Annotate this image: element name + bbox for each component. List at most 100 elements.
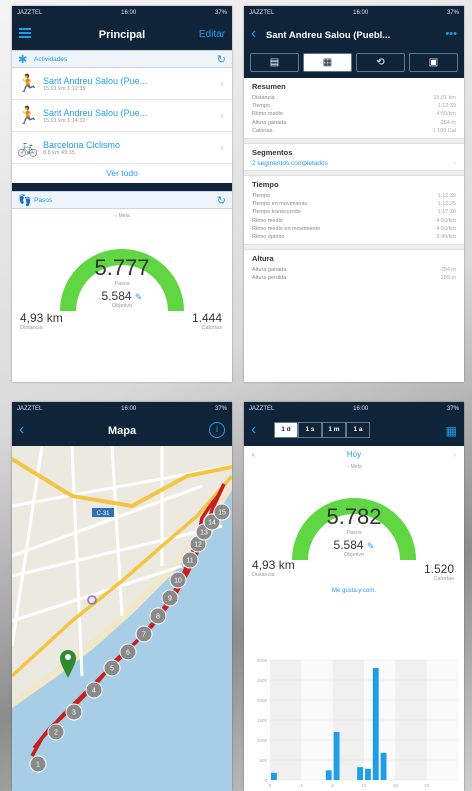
stat-row: Ritmo óptimo 3:40/km: [252, 233, 456, 241]
calendar-icon[interactable]: ▦: [446, 424, 457, 438]
tab-laps-icon[interactable]: ⟲: [356, 53, 405, 72]
stat-key: Calorías: [252, 127, 273, 134]
distance-stat: 4,93 km Distancia: [20, 311, 63, 331]
route-map[interactable]: C-31 123456789101112131415: [12, 446, 232, 791]
km-marker[interactable]: 8: [149, 607, 167, 625]
calories-stat: 1.444 Calorías: [192, 311, 222, 331]
step-bar: [380, 752, 387, 780]
map-screen: JAZZTEL 16:00 37% ‹ Mapa i C-31 12345678…: [12, 402, 232, 791]
km-marker[interactable]: 10: [169, 571, 187, 589]
road-badge-label: C-31: [96, 511, 110, 517]
period-tab[interactable]: 1 m: [322, 422, 346, 438]
tab-photo-icon[interactable]: ▣: [409, 53, 458, 72]
calories-label: Calorías: [201, 325, 222, 331]
km-marker-label: 11: [186, 558, 193, 565]
bike-icon: 🚲: [17, 137, 39, 157]
more-button[interactable]: •••: [445, 28, 457, 40]
km-marker[interactable]: 7: [135, 625, 153, 643]
steps-widget[interactable]: ○ Meta 5.782 Pasos 5.584 ✎ Objetivo 4,93…: [244, 462, 464, 667]
x-tick-label: 0: [269, 783, 272, 788]
see-all-button[interactable]: Ver todo: [12, 164, 232, 183]
stat-key: Altura ganada: [252, 267, 287, 274]
goal-value[interactable]: 5.584 ✎: [12, 289, 232, 303]
distance-label: Distancia: [20, 325, 43, 331]
clock: 16:00: [121, 406, 137, 412]
prev-day-icon[interactable]: ‹: [252, 450, 255, 459]
divider: [12, 183, 232, 191]
activity-row[interactable]: 🏃 Sant Andreu Salou (Pue... 15,01 km 1:14:…: [12, 100, 232, 132]
back-chevron-icon[interactable]: ‹: [19, 421, 24, 439]
period-tab[interactable]: 1 s: [298, 422, 322, 438]
segments-link[interactable]: 2 segmentos completados ›: [252, 160, 456, 167]
carrier: JAZZTEL: [249, 10, 275, 16]
period-tab[interactable]: 1 a: [346, 422, 370, 438]
chevron-right-icon: ›: [220, 141, 224, 154]
nav-bar: ‹ Sant Andreu Salou (Puebl... •••: [244, 20, 464, 50]
activity-text: Barcelona Ciclismo 8,8 km 49:35: [43, 140, 220, 156]
activities-header-label: Actividades: [34, 55, 68, 63]
activity-icon: ✱: [18, 53, 28, 66]
sync-icon[interactable]: ↻: [217, 194, 226, 207]
calories-value: 1.520: [423, 562, 454, 576]
status-bar: JAZZTEL 16:00 37%: [12, 6, 232, 20]
nav-bar: Principal Editar: [12, 20, 232, 50]
period-selector: 1 d1 s1 m1 a: [274, 422, 370, 438]
activity-row[interactable]: 🚲 Barcelona Ciclismo 8,8 km 49:35 ›: [12, 132, 232, 164]
km-marker[interactable]: 4: [85, 681, 103, 699]
km-marker[interactable]: 2: [47, 723, 65, 741]
page-title: Sant Andreu Salou (Puebl...: [266, 29, 391, 41]
step-bar: [364, 768, 371, 780]
sync-icon[interactable]: ↻: [217, 53, 226, 66]
stat-row: Ritmo medio 4:50/km: [252, 217, 456, 225]
distance-stat: 4,93 km Distancia: [252, 558, 295, 578]
nav-bar: ‹ 1 d1 s1 m1 a ▦: [244, 416, 464, 446]
y-tick-label: 2000: [257, 698, 268, 703]
steps-widget[interactable]: ○ Meta 5.777 Pasos 5.584 ✎ Objetivo 4,93…: [12, 209, 232, 364]
steps-header[interactable]: 👣 Pasos ↻: [12, 191, 232, 209]
activity-title: Barcelona Ciclismo: [43, 139, 121, 150]
menu-icon[interactable]: [19, 26, 31, 40]
activities-header[interactable]: ✱ Actividades ↻: [12, 50, 232, 68]
x-tick-label: 16: [393, 783, 399, 788]
like-comment-link[interactable]: Me gusta y com.: [244, 588, 464, 594]
activity-meta: 8,8 km 49:35: [43, 149, 75, 156]
x-tick-label: 12: [361, 783, 367, 788]
time-section: Tiempo Tiempo 1:12:39 Tiempo en movimiento…: [244, 176, 464, 244]
stat-row: Ritmo medio 4:50/km: [252, 110, 456, 118]
tab-chart-icon[interactable]: ▤: [250, 53, 299, 72]
km-marker[interactable]: 15: [213, 503, 231, 521]
back-chevron-icon[interactable]: ‹: [251, 25, 256, 43]
steps-label: Pasos: [346, 530, 362, 536]
stat-value: 1.109 Cal: [432, 127, 456, 134]
page-title: Principal: [98, 29, 146, 41]
info-icon[interactable]: i: [209, 422, 225, 438]
activity-row[interactable]: 🏃 Sant Andreu Salou (Pue... 15,01 km 1:12:…: [12, 68, 232, 100]
goal-value[interactable]: 5.584 ✎: [244, 538, 464, 552]
km-marker[interactable]: 11: [181, 551, 199, 569]
step-bar: [325, 770, 332, 780]
stat-value: 3:40/km: [436, 234, 456, 241]
step-bar: [372, 668, 379, 780]
km-marker[interactable]: 3: [65, 703, 83, 721]
edit-pencil-icon[interactable]: ✎: [367, 541, 375, 551]
edit-button[interactable]: Editar: [199, 29, 225, 40]
altitude-title: Altura: [252, 254, 274, 264]
km-marker[interactable]: 6: [119, 643, 137, 661]
stat-row: Tiempo 1:12:39: [252, 102, 456, 110]
segments-section[interactable]: Segmentos 2 segmentos completados ›: [244, 144, 464, 170]
back-chevron-icon[interactable]: ‹: [251, 421, 256, 439]
km-marker[interactable]: 5: [103, 659, 121, 677]
km-marker[interactable]: 9: [161, 589, 179, 607]
battery: 37%: [446, 10, 459, 16]
next-day-icon[interactable]: ›: [453, 450, 456, 459]
stat-row: Tiempo transcurrido 1:17:20: [252, 208, 456, 216]
goal-label: Objetivo: [111, 303, 133, 309]
clock: 16:00: [353, 10, 369, 16]
km-marker[interactable]: 1: [29, 755, 47, 773]
period-tab[interactable]: 1 d: [274, 422, 298, 438]
edit-pencil-icon[interactable]: ✎: [135, 292, 143, 302]
activity-meta: 15,01 km 1:14:32: [43, 117, 86, 124]
tab-summary-icon[interactable]: ▦: [303, 53, 352, 72]
goal-marker: ○ Meta: [346, 464, 362, 470]
km-marker-label: 5: [110, 666, 114, 673]
